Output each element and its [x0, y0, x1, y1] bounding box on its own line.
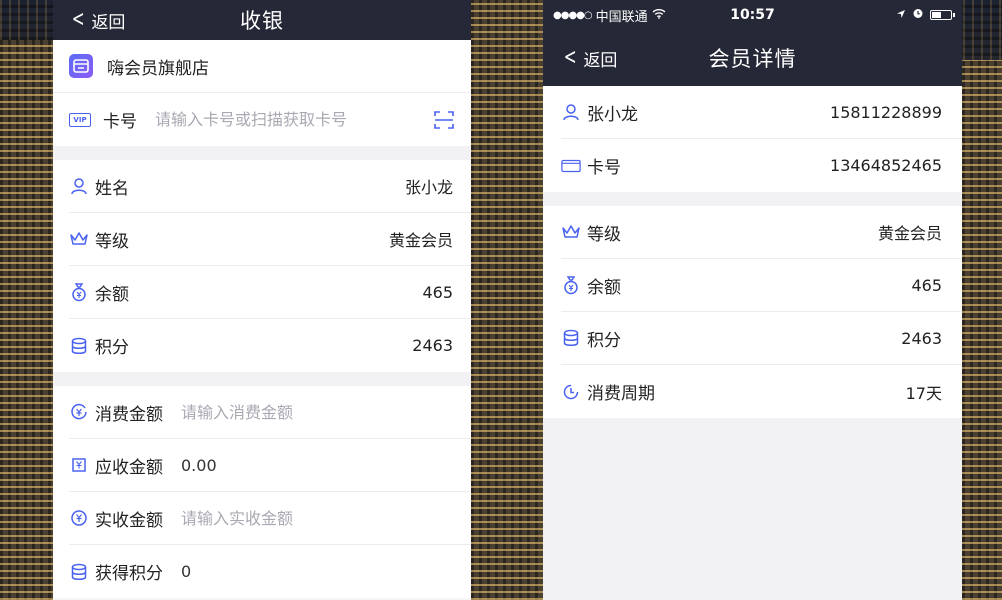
- chevron-left-icon: <: [71, 7, 85, 32]
- list-item-consume-cycle: 消费周期 17天: [561, 365, 962, 418]
- member-summary-list: 张小龙 15811228899 卡号 13464852465: [543, 86, 962, 192]
- database-icon: [69, 336, 89, 356]
- receivable-amount-value: 0.00: [181, 455, 217, 475]
- list-item-received-amount: 实收金额: [69, 492, 471, 545]
- consume-amount-input[interactable]: [181, 402, 453, 422]
- card-number-input[interactable]: [155, 110, 425, 129]
- list-item-name: 姓名 张小龙: [69, 160, 471, 213]
- member-info-list: 姓名 张小龙 等级 黄金会员 余额 465 积分 2463: [53, 160, 471, 372]
- card-number-label: 卡号: [103, 112, 137, 132]
- balance-label: 余额: [587, 277, 621, 298]
- card-number-value: 13464852465: [830, 156, 942, 175]
- vip-card-icon: [561, 156, 581, 176]
- points-value: 2463: [412, 336, 453, 355]
- section-gap: [543, 192, 962, 206]
- received-amount-label: 实收金额: [95, 510, 163, 531]
- earned-points-value: 0: [181, 562, 192, 581]
- member-detail-screen: ●●●●○ 中国联通 10:57 < 返回 会员详情 张小龙 158112288…: [543, 0, 962, 600]
- level-value: 黄金会员: [877, 224, 942, 243]
- alarm-icon: [912, 7, 924, 23]
- background-building-left: [0, 40, 53, 600]
- yuan-circle-icon: [69, 508, 89, 528]
- consume-cycle-value: 17天: [905, 383, 942, 403]
- store-name: 嗨会员旗舰店: [107, 58, 209, 79]
- list-item-consume-amount: 消费金额: [69, 386, 471, 439]
- member-name: 张小龙: [587, 104, 638, 125]
- list-item-receivable-amount: 应收金额 0.00: [69, 439, 471, 492]
- crown-icon: [69, 229, 89, 249]
- status-bar: ●●●●○ 中国联通 10:57: [543, 0, 962, 30]
- member-phone: 15811228899: [830, 102, 942, 122]
- balance-value: 465: [422, 282, 453, 302]
- points-label: 积分: [95, 338, 129, 358]
- crown-icon: [561, 222, 581, 242]
- status-right: [896, 7, 955, 23]
- back-label: 返回: [583, 50, 618, 71]
- level-label: 等级: [587, 224, 621, 245]
- receipt-icon: [69, 455, 89, 475]
- list-item-level: 等级 黄金会员: [69, 213, 471, 266]
- wifi-icon: [652, 8, 666, 23]
- name-value: 张小龙: [404, 178, 453, 197]
- consume-icon: [69, 402, 89, 422]
- balance-label: 余额: [95, 284, 129, 305]
- level-value: 黄金会员: [388, 231, 453, 250]
- money-bag-icon: [561, 275, 581, 295]
- money-bag-icon: [69, 282, 89, 302]
- list-item-earned-points: 获得积分 0: [69, 545, 471, 598]
- earned-points-label: 获得积分: [95, 564, 163, 584]
- card-number-row: VIP 卡号: [53, 93, 471, 146]
- back-button[interactable]: < 返回: [69, 0, 126, 40]
- scan-icon[interactable]: [433, 109, 455, 131]
- clock-icon: [561, 382, 581, 402]
- list-item-member-name: 张小龙 15811228899: [561, 86, 962, 139]
- received-amount-input[interactable]: [181, 508, 453, 528]
- list-item-balance: 余额 465: [69, 266, 471, 319]
- section-gap: [53, 146, 471, 160]
- balance-value: 465: [911, 275, 942, 295]
- payment-list: 消费金额 应收金额 0.00 实收金额 获得积分 0: [53, 386, 471, 598]
- list-item-level: 等级 黄金会员: [561, 206, 962, 259]
- chevron-left-icon: <: [563, 45, 577, 70]
- carrier-name: 中国联通: [595, 9, 648, 25]
- vip-card-icon: VIP: [69, 112, 91, 127]
- section-gap: [53, 372, 471, 386]
- background-building-right: [962, 60, 1002, 600]
- card-number-label: 卡号: [587, 158, 621, 178]
- list-item-points: 积分 2463: [69, 319, 471, 372]
- points-label: 积分: [587, 330, 621, 351]
- database-icon: [69, 562, 89, 582]
- battery-icon: [930, 10, 955, 20]
- background-building-center: [471, 0, 543, 600]
- list-item-card-number: 卡号 13464852465: [561, 139, 962, 192]
- back-label: 返回: [91, 12, 126, 33]
- back-button[interactable]: < 返回: [561, 30, 618, 86]
- location-arrow-icon: [896, 8, 906, 23]
- list-item-points: 积分 2463: [561, 312, 962, 365]
- points-value: 2463: [901, 328, 942, 348]
- consume-cycle-label: 消费周期: [587, 384, 655, 404]
- cashier-navbar: < 返回 收银: [53, 0, 471, 40]
- member-detail-navbar: < 返回 会员详情: [543, 30, 962, 86]
- status-left: ●●●●○ 中国联通: [553, 6, 666, 25]
- receivable-amount-label: 应收金额: [95, 457, 163, 478]
- cashier-screen: < 返回 收银 嗨会员旗舰店 VIP 卡号 姓名 张小龙: [53, 0, 471, 600]
- store-icon: [69, 54, 93, 78]
- user-icon: [69, 176, 89, 196]
- consume-amount-label: 消费金额: [95, 404, 163, 425]
- user-icon: [561, 102, 581, 122]
- store-row[interactable]: 嗨会员旗舰店: [53, 40, 471, 93]
- member-detail-list: 等级 黄金会员 余额 465 积分 2463 消费周期 17天: [543, 206, 962, 418]
- list-item-balance: 余额 465: [561, 259, 962, 312]
- name-label: 姓名: [95, 178, 129, 199]
- signal-icon: ●●●●○: [553, 9, 593, 21]
- database-icon: [561, 328, 581, 348]
- level-label: 等级: [95, 231, 129, 252]
